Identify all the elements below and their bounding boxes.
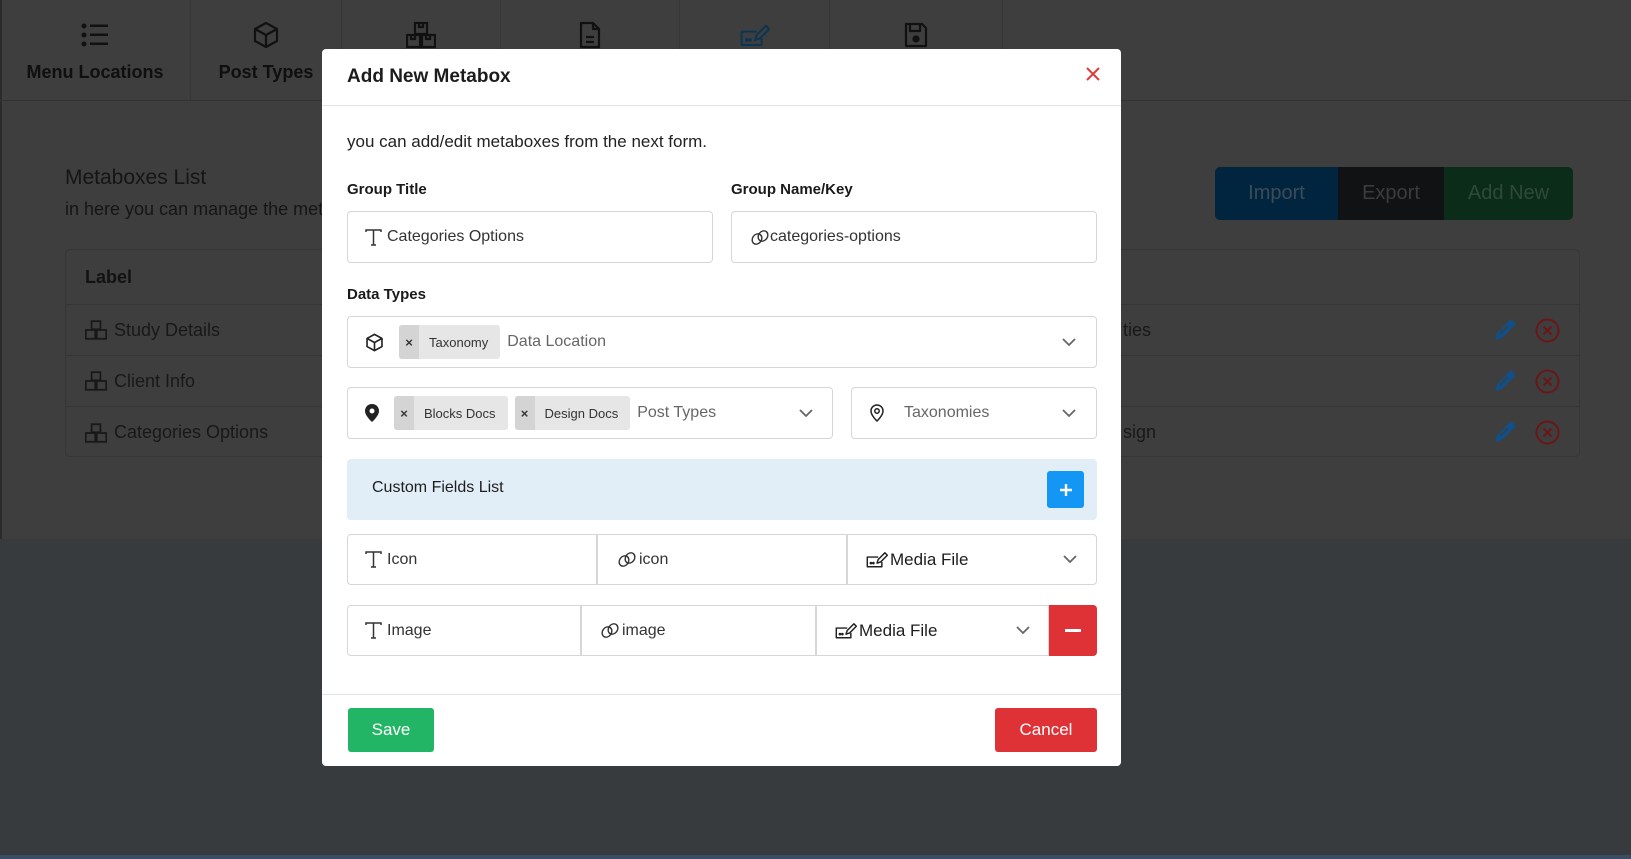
field-label-value: Image	[387, 621, 432, 639]
field-type-select[interactable]: Media File	[848, 535, 1096, 584]
chevron-down-icon[interactable]	[1062, 409, 1076, 418]
pencil-icon[interactable]	[1492, 368, 1518, 394]
row-middle-text: sign	[1123, 422, 1157, 442]
remove-field-button[interactable]	[1049, 605, 1097, 656]
text-type-icon	[365, 551, 382, 568]
taxonomies-select[interactable]: Taxonomies	[851, 387, 1097, 439]
list-subtitle: in here you can manage the meta	[65, 199, 334, 219]
boxes-icon	[406, 20, 436, 50]
chip-label: Taxonomy	[429, 334, 489, 350]
signature-edit-icon	[866, 551, 888, 568]
cube-icon	[251, 20, 281, 50]
delete-circle-icon[interactable]	[1535, 420, 1560, 445]
group-title-input[interactable]: Categories Options	[347, 211, 713, 263]
add-metabox-modal: Add New Metabox you can add/edit metabox…	[322, 49, 1121, 766]
post-types-placeholder: Post Types	[637, 404, 717, 421]
modal-header: Add New Metabox	[322, 49, 1121, 106]
field-label-value: Icon	[387, 550, 418, 568]
chip-blocks-docs: × Blocks Docs	[394, 396, 508, 430]
footer-divider	[322, 694, 1121, 695]
row-label: Categories Options	[114, 422, 269, 442]
tab-menu-locations[interactable]: Menu Locations	[0, 0, 191, 100]
row-label: Study Details	[114, 319, 221, 340]
field-key-value: image	[622, 621, 666, 639]
text-type-icon	[365, 622, 382, 639]
post-types-select[interactable]: × Blocks Docs × Design Docs Post Types	[347, 387, 833, 439]
map-marker-outline-icon	[870, 404, 884, 422]
chevron-down-icon[interactable]	[1062, 338, 1076, 347]
field-type-select[interactable]: Media File	[817, 606, 1050, 655]
field-label-input[interactable]: Icon	[348, 535, 598, 584]
cancel-button[interactable]: Cancel	[995, 708, 1097, 752]
add-new-button[interactable]: Add New	[1444, 167, 1573, 220]
delete-circle-icon[interactable]	[1535, 318, 1560, 343]
boxes-icon	[85, 371, 107, 391]
tab-label: Post Types	[218, 62, 314, 82]
modal-intro: you can add/edit metaboxes from the next…	[347, 132, 708, 151]
row-middle-text: ties	[1123, 319, 1152, 340]
tab-label: Menu Locations	[26, 62, 164, 82]
chip-design-docs: × Design Docs	[514, 396, 631, 430]
chip-label: Blocks Docs	[424, 405, 496, 421]
text-type-icon	[365, 228, 382, 246]
signature-edit-icon	[740, 20, 770, 50]
list-title: Metaboxes List	[65, 166, 207, 189]
link-icon	[750, 229, 770, 246]
pencil-icon[interactable]	[1492, 419, 1518, 445]
export-button[interactable]: Export	[1338, 167, 1444, 220]
group-title-label: Group Title	[347, 181, 427, 198]
file-icon	[575, 20, 605, 50]
chevron-down-icon[interactable]	[1063, 555, 1077, 564]
boxes-icon	[85, 320, 107, 340]
data-location-select[interactable]: × Taxonomy Data Location	[347, 316, 1097, 368]
chip-label: Design Docs	[544, 405, 619, 421]
add-field-button[interactable]	[1047, 471, 1084, 508]
link-icon	[600, 622, 620, 639]
data-location-placeholder: Data Location	[507, 333, 606, 350]
modal-title: Add New Metabox	[347, 66, 511, 87]
row-label: Client Info	[114, 370, 196, 391]
custom-field-row: Image image Media File	[347, 605, 1097, 656]
floppy-disk-icon	[901, 20, 931, 50]
taxonomies-placeholder: Taxonomies	[904, 404, 990, 421]
list-actions: Import Export Add New	[1215, 167, 1573, 220]
pencil-icon[interactable]	[1492, 317, 1518, 343]
field-key-value: icon	[639, 550, 669, 568]
link-icon	[617, 551, 637, 568]
custom-field-row: Icon icon Media File	[347, 534, 1097, 585]
data-types-label: Data Types	[347, 286, 426, 303]
signature-edit-icon	[835, 622, 857, 639]
custom-fields-header: Custom Fields List	[347, 459, 1097, 520]
field-type-value: Media File	[890, 549, 969, 569]
chevron-down-icon[interactable]	[1016, 626, 1030, 635]
field-type-value: Media File	[859, 620, 938, 640]
import-button[interactable]: Import	[1215, 167, 1338, 220]
minus-icon	[1065, 628, 1081, 632]
group-title-value: Categories Options	[387, 228, 524, 245]
delete-circle-icon[interactable]	[1535, 369, 1560, 394]
chip-remove-icon[interactable]: ×	[514, 396, 535, 430]
chevron-down-icon[interactable]	[799, 409, 813, 418]
custom-fields-title: Custom Fields List	[372, 479, 504, 496]
bottom-stripe	[0, 855, 1631, 859]
field-label-input[interactable]: Image	[348, 606, 582, 655]
tab-post-types[interactable]: Post Types	[191, 0, 342, 100]
close-icon[interactable]	[1084, 65, 1102, 83]
chip-taxonomy: × Taxonomy	[399, 325, 501, 359]
field-key-input[interactable]: image	[582, 606, 817, 655]
save-button[interactable]: Save	[348, 708, 434, 752]
group-key-value: categories-options	[770, 228, 901, 245]
list-icon	[80, 20, 110, 50]
boxes-icon	[85, 422, 107, 443]
field-key-input[interactable]: icon	[598, 535, 848, 584]
chip-remove-icon[interactable]: ×	[399, 325, 419, 359]
plus-icon	[1059, 483, 1072, 496]
chip-remove-icon[interactable]: ×	[394, 396, 414, 430]
cube-icon	[365, 333, 384, 352]
map-marker-icon	[365, 404, 379, 422]
group-key-input[interactable]: categories-options	[731, 211, 1097, 263]
group-key-label: Group Name/Key	[731, 181, 853, 198]
